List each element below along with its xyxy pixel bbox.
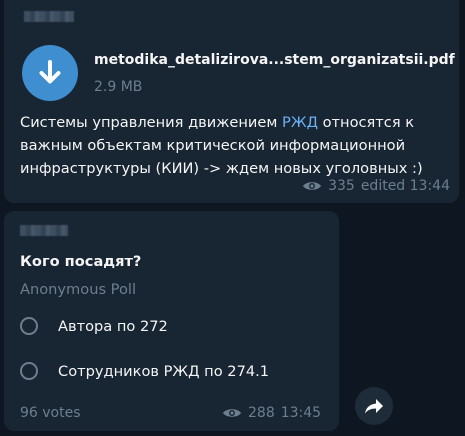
poll-vote-count[interactable]: 96 votes — [20, 405, 81, 421]
poll-type: Anonymous Poll — [20, 281, 137, 298]
eye-icon — [223, 409, 241, 417]
sender-name-blurred — [20, 225, 68, 236]
view-count: 335 — [328, 178, 355, 194]
share-arrow-icon — [365, 399, 383, 414]
message-text-start: Системы управления движением — [20, 114, 283, 131]
sender-name-blurred — [24, 11, 74, 22]
file-name[interactable]: metodika_detalizirova...stem_organizatsi… — [94, 52, 455, 68]
poll-option-2[interactable]: Сотрудников РЖД по 274.1 — [20, 359, 269, 383]
poll-option-label: Сотрудников РЖД по 274.1 — [58, 362, 270, 380]
share-button[interactable] — [355, 387, 393, 425]
poll-option-1[interactable]: Автора по 272 — [20, 314, 168, 338]
radio-button[interactable] — [20, 362, 38, 380]
eye-icon — [303, 182, 322, 190]
hashtag-link[interactable]: РЖД — [282, 114, 318, 131]
download-button[interactable] — [22, 45, 78, 101]
message-meta: 335 edited 13:44 — [302, 178, 450, 194]
download-icon — [39, 60, 61, 84]
message-text: Системы управления движением РЖД относят… — [20, 111, 452, 180]
message-time: edited 13:44 — [360, 178, 450, 194]
file-size: 2.9 MB — [94, 79, 143, 95]
message-time: 13:45 — [280, 405, 322, 421]
message-bubble-file: metodika_detalizirova...stem_organizatsi… — [4, 0, 459, 203]
radio-button[interactable] — [20, 317, 38, 335]
message-meta: 288 13:45 — [222, 405, 321, 421]
view-count: 288 — [248, 405, 275, 421]
poll-option-label: Автора по 272 — [58, 317, 168, 335]
poll-question: Кого посадят? — [20, 253, 142, 270]
